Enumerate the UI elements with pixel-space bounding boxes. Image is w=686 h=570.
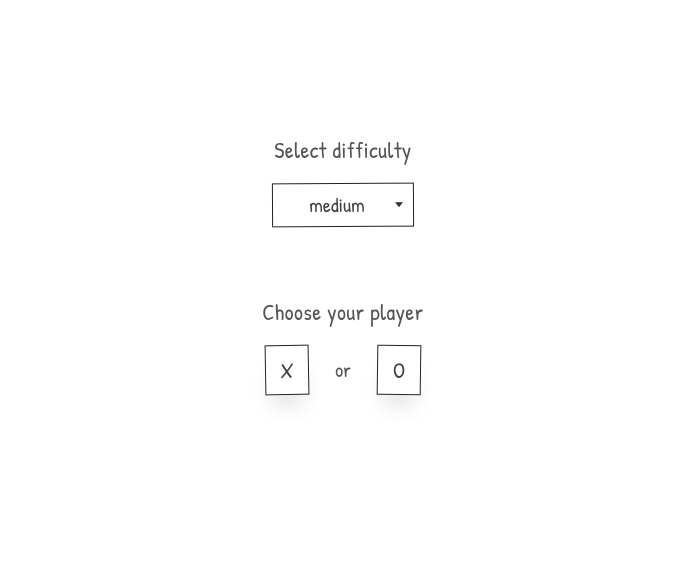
difficulty-label: Select difficulty <box>274 135 411 165</box>
difficulty-selected-value: medium <box>309 191 365 218</box>
chevron-down-icon <box>395 202 403 207</box>
choose-o-button[interactable]: O <box>377 345 422 396</box>
choose-x-button[interactable]: X <box>265 345 310 396</box>
or-separator: or <box>331 357 355 384</box>
setup-screen: Select difficulty medium Choose your pla… <box>0 0 686 570</box>
player-choice-row: X or O <box>265 345 421 395</box>
difficulty-select[interactable]: medium <box>272 183 414 228</box>
choose-player-label: Choose your player <box>262 297 423 327</box>
